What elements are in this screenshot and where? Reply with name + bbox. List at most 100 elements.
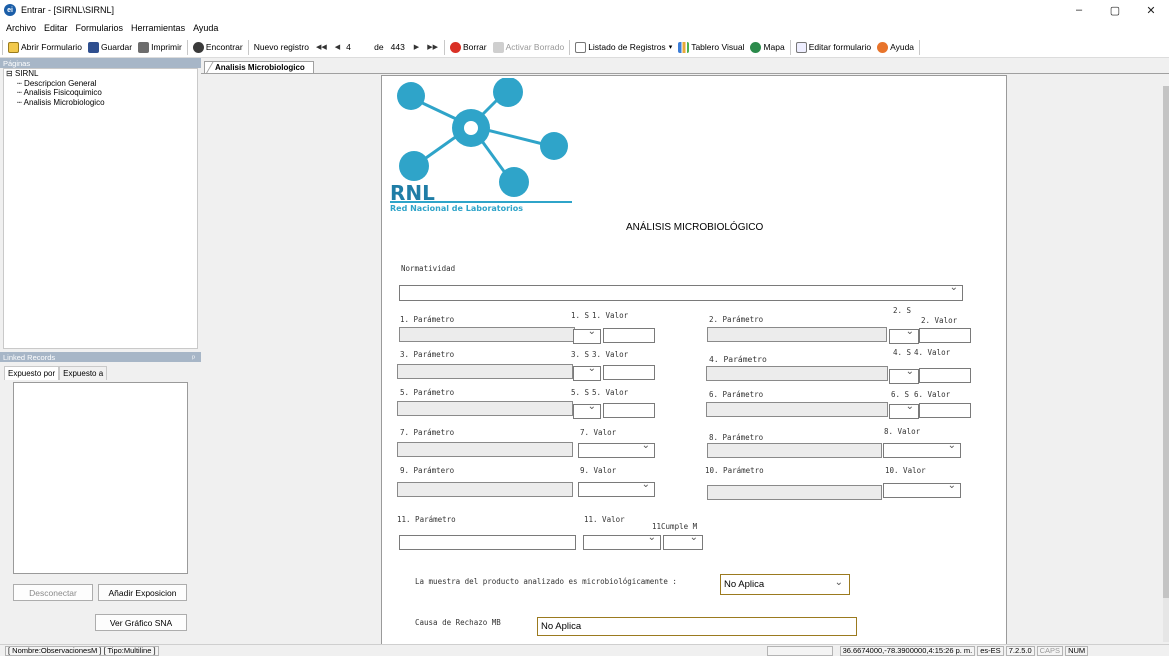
- normatividad-select[interactable]: [399, 282, 963, 301]
- undo-arrow-icon: [492, 41, 504, 53]
- param11-field[interactable]: [399, 535, 576, 550]
- valor3-field[interactable]: [603, 365, 655, 380]
- s1-select[interactable]: [573, 326, 601, 344]
- s5-select[interactable]: [573, 401, 601, 419]
- window-title: Entrar - [SIRNL\SIRNL]: [21, 5, 115, 15]
- record-number-input[interactable]: 4: [344, 42, 374, 52]
- save-icon: [87, 41, 99, 53]
- param6-field[interactable]: [706, 402, 888, 417]
- s4-label: 4. S: [893, 348, 912, 357]
- tree-root[interactable]: ⊟ SIRNL: [4, 69, 197, 79]
- valor7-select[interactable]: [578, 440, 655, 458]
- delete-button[interactable]: Borrar: [447, 38, 490, 56]
- open-form-button[interactable]: Abrir Formulario: [5, 38, 85, 56]
- no-entry-icon: [449, 41, 461, 53]
- valor2-field[interactable]: [919, 328, 971, 343]
- chevron-down-icon: ▾: [668, 44, 673, 51]
- first-record-button[interactable]: ◀◀: [312, 43, 331, 51]
- valor8-label: 8. Valor: [884, 427, 921, 436]
- menu-archivo[interactable]: Archivo: [6, 23, 36, 33]
- param2-label: 2. Parámetro: [709, 315, 764, 324]
- tab-expuesto-por[interactable]: Expuesto por: [4, 366, 60, 380]
- valor4-field[interactable]: [919, 368, 971, 383]
- linked-records-panel: Linked Records ᵖ Expuesto por Expuesto a …: [0, 352, 201, 644]
- printer-icon: [138, 41, 150, 53]
- app-icon: ei: [4, 4, 16, 16]
- param5-field[interactable]: [397, 401, 573, 416]
- param8-field[interactable]: [707, 443, 882, 458]
- lifebuoy-icon: [877, 41, 889, 53]
- tree-item-microbiologico[interactable]: ┄ Analisis Microbiologico: [4, 98, 197, 108]
- muestra-label: La muestra del producto analizado es mic…: [415, 577, 677, 586]
- tree-item-descripcion[interactable]: ┄ Descripcion General: [4, 79, 197, 89]
- param3-field[interactable]: [397, 364, 573, 379]
- param8-label: 8. Parámetro: [709, 433, 764, 442]
- valor9-select[interactable]: [578, 479, 655, 497]
- help-button[interactable]: Ayuda: [874, 38, 917, 56]
- maximize-button[interactable]: ▢: [1097, 0, 1133, 20]
- param1-label: 1. Parámetro: [400, 315, 455, 324]
- save-button[interactable]: Guardar: [85, 38, 135, 56]
- valor3-label: 3. Valor: [592, 350, 629, 359]
- bar-chart-icon: [678, 41, 690, 53]
- s2-select[interactable]: [889, 326, 919, 344]
- muestra-select[interactable]: No Aplica ⌄: [720, 574, 850, 595]
- scrollbar-thumb[interactable]: [1163, 86, 1169, 598]
- param3-label: 3. Parámetro: [400, 350, 455, 359]
- menu-editar[interactable]: Editar: [44, 23, 68, 33]
- record-list-button[interactable]: Listado de Registros ▾: [572, 38, 675, 56]
- menu-herramientas[interactable]: Herramientas: [131, 23, 185, 33]
- menu-bar: Archivo Editar Formularios Herramientas …: [0, 20, 1169, 36]
- add-exposure-button[interactable]: Añadir Exposicion: [98, 584, 187, 601]
- disconnect-button[interactable]: Desconectar: [13, 584, 93, 601]
- new-record-button[interactable]: Nuevo registro: [251, 38, 312, 56]
- folder-icon: [8, 41, 19, 53]
- tab-analisis-microbiologico[interactable]: Analisis Microbiologico: [200, 61, 314, 74]
- valor11-select[interactable]: [583, 532, 661, 550]
- valor1-label: 1. Valor: [592, 311, 629, 320]
- s3-select[interactable]: [573, 363, 601, 381]
- s4-select[interactable]: [889, 366, 919, 384]
- causa-field[interactable]: No Aplica: [537, 617, 857, 636]
- param2-field[interactable]: [707, 327, 887, 342]
- param10-field[interactable]: [707, 485, 882, 500]
- print-button[interactable]: Imprimir: [135, 38, 185, 56]
- valor1-field[interactable]: [603, 328, 655, 343]
- find-button[interactable]: Encontrar: [190, 38, 246, 56]
- edit-form-button[interactable]: Editar formulario: [793, 38, 874, 56]
- s6-select[interactable]: [889, 401, 919, 419]
- s6-label: 6. S: [891, 390, 910, 399]
- pin-icon[interactable]: ᵖ: [192, 353, 195, 362]
- param9-field[interactable]: [397, 482, 573, 497]
- valor4-label: 4. Valor: [914, 348, 951, 357]
- menu-formularios[interactable]: Formularios: [76, 23, 124, 33]
- param7-field[interactable]: [397, 442, 573, 457]
- prev-record-button[interactable]: ◀: [331, 43, 344, 51]
- cumple11-select[interactable]: [663, 532, 703, 550]
- tab-expuesto-a[interactable]: Expuesto a: [59, 366, 108, 380]
- menu-ayuda[interactable]: Ayuda: [193, 23, 218, 33]
- version: 7.2.5.0: [1005, 645, 1035, 656]
- param4-field[interactable]: [706, 366, 888, 381]
- valor5-field[interactable]: [603, 403, 655, 418]
- param4-label: 4. Parámetro: [709, 355, 767, 364]
- last-record-button[interactable]: ▶▶: [423, 43, 442, 51]
- undelete-button[interactable]: Activar Borrado: [490, 38, 568, 56]
- chevron-down-icon: ⌄: [834, 577, 843, 588]
- valor10-select[interactable]: [883, 480, 961, 498]
- map-button[interactable]: Mapa: [747, 38, 787, 56]
- linked-records-list[interactable]: [13, 382, 188, 574]
- valor8-select[interactable]: [883, 440, 961, 458]
- param1-field[interactable]: [399, 327, 575, 342]
- caps-indicator: CAPS: [1036, 645, 1064, 656]
- param9-label: 9. Parámtero: [400, 466, 455, 475]
- close-button[interactable]: ✕: [1133, 0, 1169, 20]
- dashboard-button[interactable]: Tablero Visual: [675, 38, 747, 56]
- param11-label: 11. Parámetro: [397, 515, 456, 524]
- minimize-button[interactable]: –: [1061, 0, 1097, 20]
- sna-graph-button[interactable]: Ver Gráfico SNA: [95, 614, 187, 631]
- next-record-button[interactable]: ▶: [410, 43, 423, 51]
- rnl-logo: RNL Red Nacional de Laboratorios: [390, 78, 572, 213]
- tree-item-fisicoquimico[interactable]: ┄ Analisis Fisicoquimico: [4, 88, 197, 98]
- valor6-field[interactable]: [919, 403, 971, 418]
